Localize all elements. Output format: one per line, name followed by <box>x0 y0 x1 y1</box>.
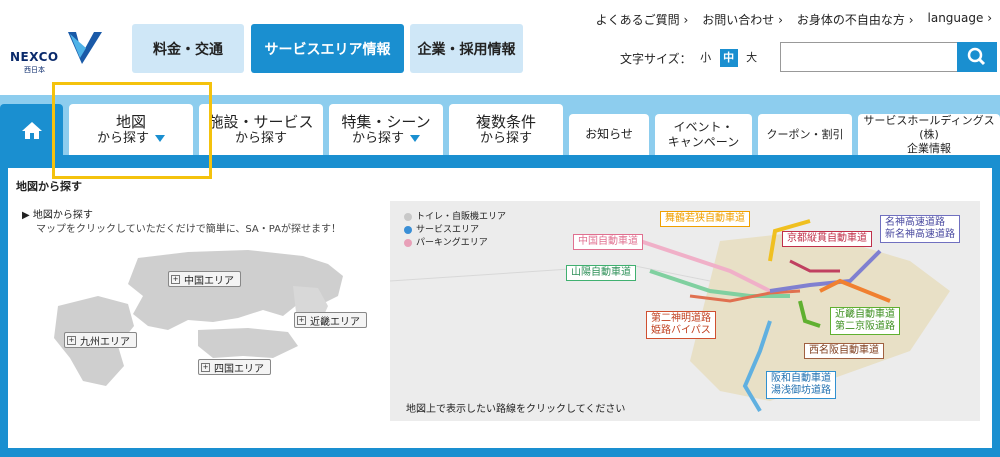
region-kinki-label: 近畿エリア <box>310 316 360 328</box>
nav-corporate[interactable]: 企業・採用情報 <box>410 24 523 73</box>
region-kyushu-label: 九州エリア <box>80 336 130 348</box>
tab-events[interactable]: イベント・ キャンペーン <box>655 114 752 155</box>
tab-events-line1: イベント・ <box>673 119 734 134</box>
tab-features-line2: から探す <box>351 130 404 146</box>
nexco-logo[interactable]: NEXCO 西日本 <box>10 28 102 76</box>
road-shin-meishin-label: 新名神高速道路 <box>885 229 955 240</box>
font-size-switcher: 文字サイズ： 小 中 大 <box>620 49 761 67</box>
nav-fare-traffic[interactable]: 料金・交通 <box>132 24 244 73</box>
tab-company[interactable]: サービスホールディングス(株) 企業情報 <box>858 114 1000 155</box>
region-chugoku-label: 中国エリア <box>184 275 234 287</box>
tab-features[interactable]: 特集・シーン から探す <box>329 104 443 155</box>
plus-icon: + <box>201 362 210 372</box>
site-header: NEXCO 西日本 料金・交通 サービスエリア情報 企業・採用情報 よくあるご質… <box>0 0 1000 95</box>
logo-sub: 西日本 <box>24 66 45 74</box>
tab-coupons[interactable]: クーポン・割引 <box>758 114 852 155</box>
road-kyoto-jukan[interactable]: 京都縦貫自動車道 <box>782 231 872 247</box>
logo-text: NEXCO <box>10 50 59 64</box>
road-map: トイレ・自販機エリア サービスエリア パーキングエリア 中国自動車道 舞鶴若狭自… <box>390 201 980 421</box>
road-daini-shinmei[interactable]: 第二神明道路 姫路バイパス <box>646 311 716 339</box>
plus-icon: + <box>171 274 180 284</box>
legend-service-area: サービスエリア <box>416 225 480 235</box>
road-yuasa-gobo-label: 湯浅御坊道路 <box>771 385 831 396</box>
tab-facilities-line2: から探す <box>234 130 287 146</box>
font-size-large[interactable]: 大 <box>743 49 761 67</box>
tab-company-line1: サービスホールディングス(株) <box>863 113 995 141</box>
road-himeji-bypass-label: 姫路バイパス <box>651 325 711 336</box>
tab-conditions-line1: 複数条件 <box>475 112 536 131</box>
search-input[interactable] <box>785 44 955 70</box>
road-kinki[interactable]: 近畿自動車道 第二京阪道路 <box>830 307 900 335</box>
map-legend: トイレ・自販機エリア サービスエリア パーキングエリア <box>404 211 506 250</box>
panel-title: 地図から探す <box>16 180 82 193</box>
tab-news-label: お知らせ <box>585 127 633 141</box>
road-daini-keihan-label: 第二京阪道路 <box>835 321 895 332</box>
link-language[interactable]: language › <box>928 11 992 28</box>
search-box <box>780 42 997 72</box>
road-kinki-label: 近畿自動車道 <box>835 309 895 320</box>
tab-conditions[interactable]: 複数条件 から探す <box>449 104 563 155</box>
legend-toilet: トイレ・自販機エリア <box>416 212 507 222</box>
tab-conditions-line2: から探す <box>479 130 532 146</box>
region-kyushu-button[interactable]: + 九州エリア <box>64 332 137 348</box>
region-kinki-button[interactable]: + 近畿エリア <box>294 312 367 328</box>
road-hanwa-label: 阪和自動車道 <box>771 373 831 384</box>
parking-dot-icon <box>404 238 412 247</box>
link-faq[interactable]: よくあるご質問 › <box>596 11 689 28</box>
region-chugoku-button[interactable]: + 中国エリア <box>168 271 241 287</box>
panel-description: マップをクリックしていただくだけで簡単に、SA・PAが探せます！ <box>36 224 342 235</box>
tab-facilities[interactable]: 施設・サービス から探す <box>199 104 323 155</box>
utility-links: よくあるご質問 › お問い合わせ › お身体の不自由な方 › language … <box>596 11 992 28</box>
road-daini-shinmei-label: 第二神明道路 <box>651 313 711 324</box>
font-size-label: 文字サイズ： <box>620 51 692 66</box>
tab-news[interactable]: お知らせ <box>569 114 649 155</box>
road-meishin[interactable]: 名神高速道路 新名神高速道路 <box>880 215 960 243</box>
road-sanyo[interactable]: 山陽自動車道 <box>566 265 636 281</box>
plus-icon: + <box>297 315 306 325</box>
tab-company-line2: 企業情報 <box>907 141 951 155</box>
dropdown-arrow-icon <box>410 134 420 142</box>
search-icon <box>967 47 986 66</box>
toilet-dot-icon <box>404 212 412 221</box>
service-area-dot-icon <box>404 225 412 234</box>
home-icon <box>21 121 42 139</box>
tab-facilities-line1: 施設・サービス <box>208 112 314 131</box>
region-shikoku-label: 四国エリア <box>214 363 264 375</box>
legend-parking: パーキングエリア <box>416 238 488 248</box>
region-shikoku-button[interactable]: + 四国エリア <box>198 359 271 375</box>
font-size-medium[interactable]: 中 <box>719 49 738 67</box>
link-accessibility[interactable]: お身体の不自由な方 › <box>797 11 914 28</box>
tab-coupons-label: クーポン・割引 <box>766 127 844 141</box>
road-maizuru[interactable]: 舞鶴若狭自動車道 <box>660 211 750 227</box>
search-button[interactable] <box>957 42 997 72</box>
tab-events-line2: キャンペーン <box>667 134 740 149</box>
plus-icon: + <box>67 335 76 345</box>
link-contact[interactable]: お問い合わせ › <box>702 11 783 28</box>
map-search-panel: 地図から探す ▶ 地図から探す マップをクリックしていただくだけで簡単に、SA・… <box>8 168 992 448</box>
road-hanwa[interactable]: 阪和自動車道 湯浅御坊道路 <box>766 371 836 399</box>
nav-service-area[interactable]: サービスエリア情報 <box>251 24 404 73</box>
font-size-small[interactable]: 小 <box>697 49 715 67</box>
road-meishin-label: 名神高速道路 <box>885 217 945 228</box>
focus-highlight <box>52 82 212 179</box>
map-instruction: 地図上で表示したい路線をクリックしてください <box>406 404 626 415</box>
road-chugoku[interactable]: 中国自動車道 <box>573 234 643 250</box>
tab-features-line1: 特集・シーン <box>341 112 431 131</box>
panel-subtitle: ▶ 地図から探す <box>22 210 93 221</box>
road-nishi-meihan[interactable]: 西名阪自動車道 <box>804 343 884 359</box>
